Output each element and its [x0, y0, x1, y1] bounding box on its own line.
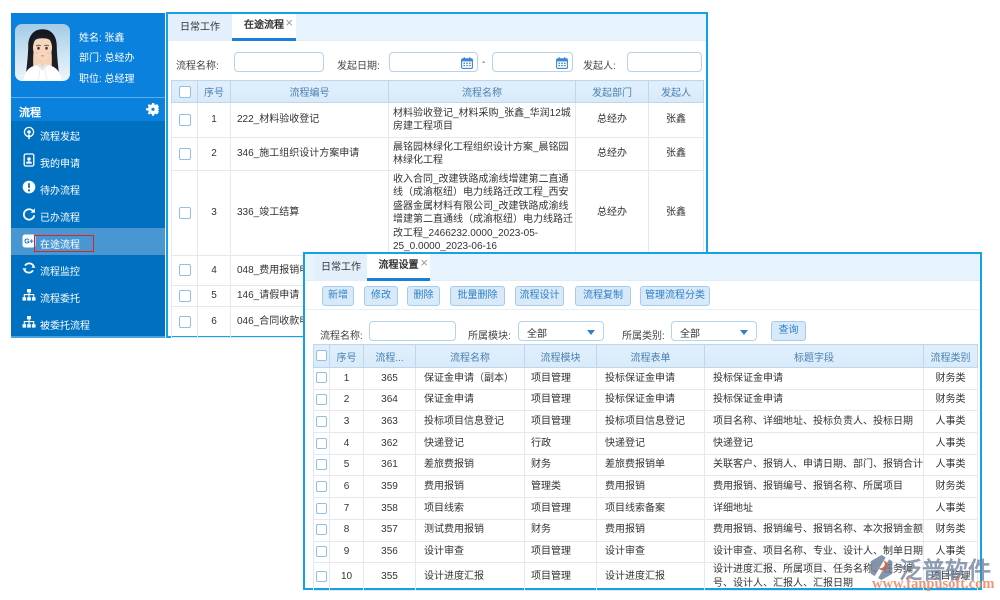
svg-text:G+: G+ — [24, 238, 34, 245]
